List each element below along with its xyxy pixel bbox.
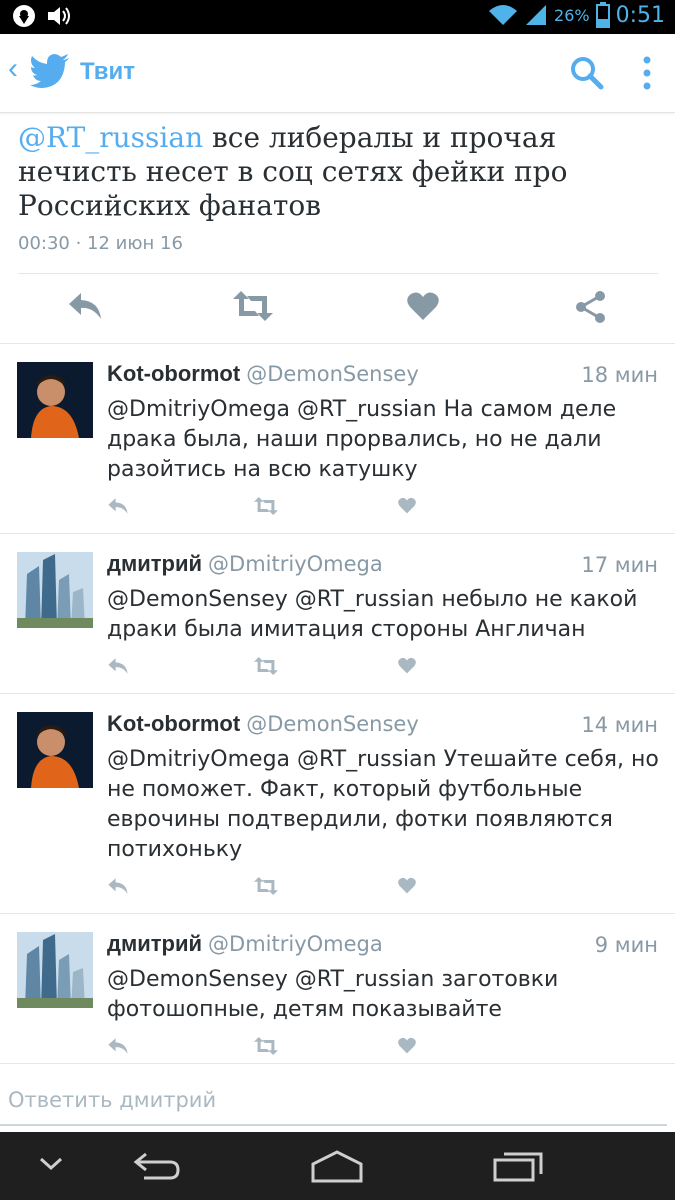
nav-home-icon[interactable] xyxy=(310,1148,364,1184)
reply-actions xyxy=(107,1037,427,1061)
reply-author: Kot-obormot @DemonSensey xyxy=(107,361,419,386)
overflow-menu-icon[interactable] xyxy=(640,56,654,90)
volume-icon xyxy=(48,7,70,25)
retweet-icon[interactable] xyxy=(254,877,278,895)
divider xyxy=(0,1063,675,1064)
reply-actions xyxy=(107,657,427,681)
share-icon[interactable] xyxy=(576,291,606,323)
like-heart-icon[interactable] xyxy=(407,291,439,321)
reply-tweet[interactable]: дмитрий @DmitriyOmega 17 мин @DemonSensey… xyxy=(0,533,675,693)
reply-handle: @DmitriyOmega xyxy=(208,932,383,956)
reply-input[interactable]: Ответить дмитрий xyxy=(0,1066,675,1132)
nav-back-icon[interactable] xyxy=(132,1150,182,1182)
main-tweet-timestamp: 00:30 · 12 июн 16 xyxy=(18,233,183,254)
avatar[interactable] xyxy=(17,932,93,1008)
page-title: Твит xyxy=(80,58,136,85)
android-nav-bar xyxy=(0,1132,675,1200)
reply-time: 14 мин xyxy=(581,713,658,737)
reply-text: @DmitriyOmega @RT_russian На самом деле … xyxy=(107,397,617,482)
app-header: ‹ Твит xyxy=(0,34,675,113)
wifi-icon xyxy=(489,5,518,25)
reply-text: @DemonSensey @RT_russian заготовки фотош… xyxy=(107,967,559,1022)
like-heart-icon[interactable] xyxy=(398,657,416,674)
reply-text: @DemonSensey @RT_russian небыло не какой… xyxy=(107,587,638,642)
reply-text: @DmitriyOmega @RT_russian Утешайте себя,… xyxy=(107,747,659,862)
like-heart-icon[interactable] xyxy=(398,1037,416,1054)
avatar[interactable] xyxy=(17,552,93,628)
reply-icon[interactable] xyxy=(67,291,103,321)
reply-icon[interactable] xyxy=(107,877,129,895)
reply-handle: @DmitriyOmega xyxy=(208,552,383,576)
reply-icon[interactable] xyxy=(107,657,129,675)
clock: 0:51 xyxy=(615,2,665,28)
retweet-icon[interactable] xyxy=(254,657,278,675)
reply-author: дмитрий @DmitriyOmega xyxy=(107,931,383,956)
reply-handle: @DemonSensey xyxy=(246,712,419,736)
battery-percentage: 26% xyxy=(554,5,590,25)
search-icon[interactable] xyxy=(570,56,604,90)
chevron-down-icon[interactable] xyxy=(38,1156,64,1172)
signal-icon xyxy=(526,5,547,25)
reply-icon[interactable] xyxy=(107,497,129,515)
reply-author: дмитрий @DmitriyOmega xyxy=(107,551,383,576)
main-tweet: @RT_russian все либералы и прочая нечист… xyxy=(0,113,675,343)
status-bar: 26% 0:51 xyxy=(0,0,675,34)
divider xyxy=(18,273,658,274)
reply-tweet[interactable]: дмитрий @DmitriyOmega 9 мин @DemonSensey … xyxy=(0,913,675,1063)
like-heart-icon[interactable] xyxy=(398,877,416,894)
reply-actions xyxy=(107,877,427,901)
reply-time: 18 мин xyxy=(581,363,658,387)
nav-recents-icon[interactable] xyxy=(492,1150,544,1184)
reply-input-placeholder: Ответить дмитрий xyxy=(8,1088,217,1112)
like-heart-icon[interactable] xyxy=(398,497,416,514)
input-underline xyxy=(0,1124,667,1126)
location-pin-icon xyxy=(13,5,35,27)
reply-author: Kot-obormot @DemonSensey xyxy=(107,711,419,736)
reply-tweet[interactable]: Kot-obormot @DemonSensey 18 мин @DmitriyO… xyxy=(0,343,675,533)
retweet-icon[interactable] xyxy=(254,497,278,515)
reply-time: 9 мин xyxy=(594,933,658,957)
retweet-icon[interactable] xyxy=(233,291,273,321)
reply-time: 17 мин xyxy=(581,553,658,577)
main-tweet-actions xyxy=(0,291,675,331)
reply-tweet[interactable]: Kot-obormot @DemonSensey 14 мин @DmitriyO… xyxy=(0,693,675,913)
battery-icon xyxy=(595,2,610,28)
retweet-icon[interactable] xyxy=(254,1037,278,1055)
main-tweet-text: @RT_russian все либералы и прочая нечист… xyxy=(18,121,668,223)
mention-link[interactable]: @RT_russian xyxy=(18,121,203,154)
avatar[interactable] xyxy=(17,712,93,788)
reply-actions xyxy=(107,497,427,521)
back-arrow-icon[interactable]: ‹ xyxy=(8,54,18,84)
reply-icon[interactable] xyxy=(107,1037,129,1055)
reply-handle: @DemonSensey xyxy=(246,362,419,386)
twitter-bird-icon[interactable] xyxy=(30,54,70,88)
avatar[interactable] xyxy=(17,362,93,438)
